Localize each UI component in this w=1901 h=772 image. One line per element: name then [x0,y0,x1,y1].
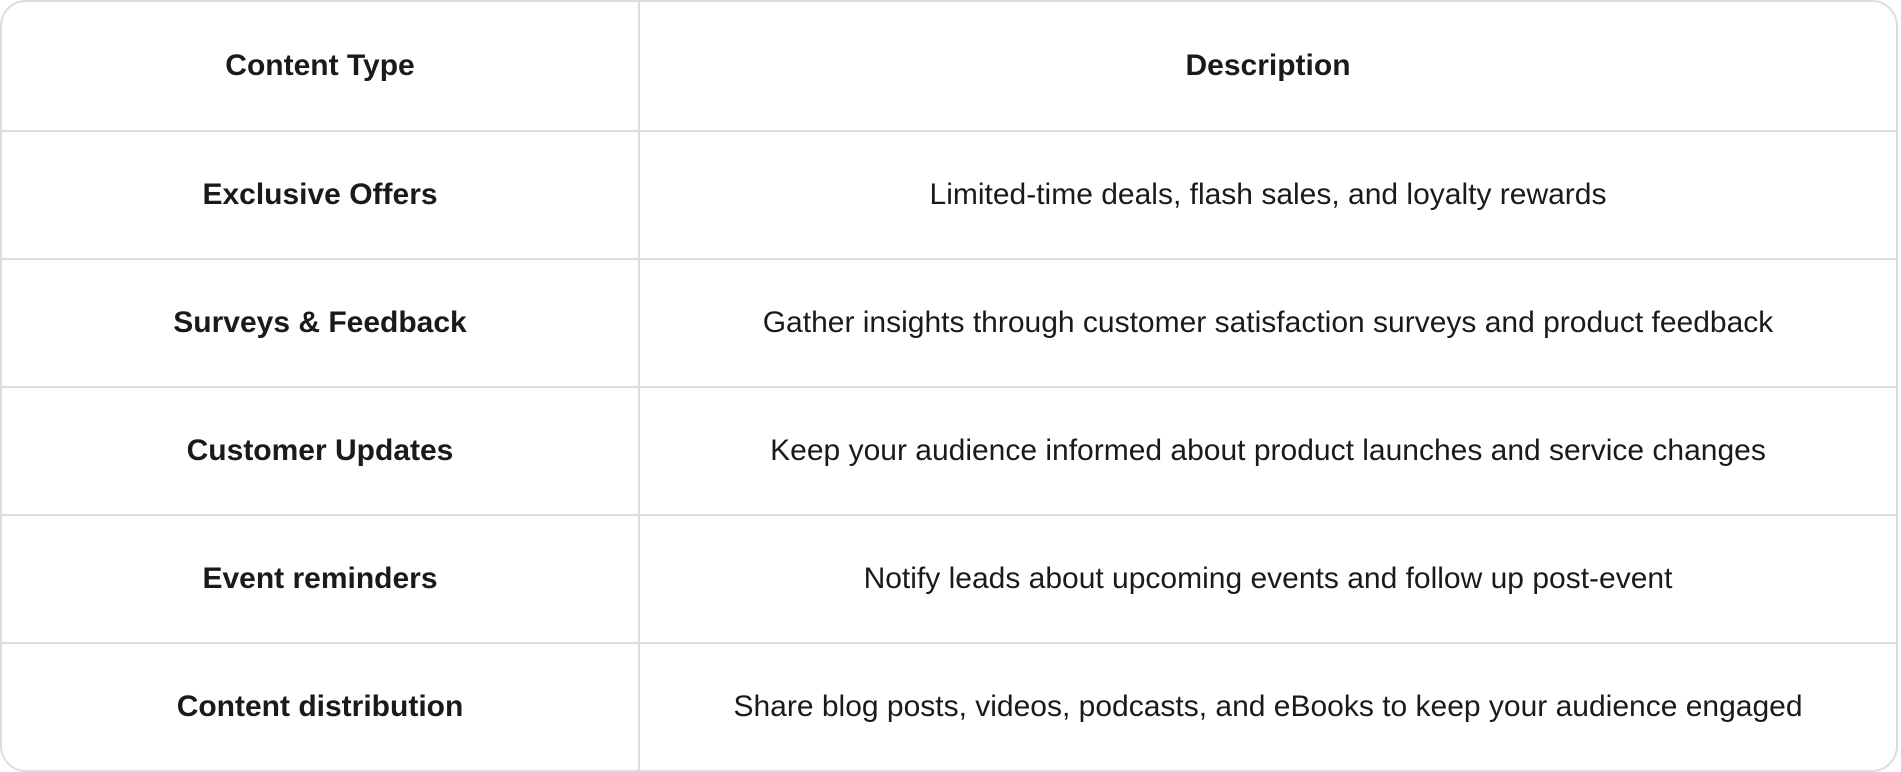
table-row: Customer Updates Keep your audience info… [2,386,1896,514]
cell-content-type: Content distribution [2,644,640,770]
cell-description: Notify leads about upcoming events and f… [640,516,1896,642]
table-row: Surveys & Feedback Gather insights throu… [2,258,1896,386]
table-row: Content distribution Share blog posts, v… [2,642,1896,770]
header-content-type: Content Type [2,2,640,130]
cell-description: Gather insights through customer satisfa… [640,260,1896,386]
cell-content-type: Exclusive Offers [2,132,640,258]
table-row: Exclusive Offers Limited-time deals, fla… [2,130,1896,258]
table-row: Event reminders Notify leads about upcom… [2,514,1896,642]
cell-description: Keep your audience informed about produc… [640,388,1896,514]
cell-content-type: Surveys & Feedback [2,260,640,386]
cell-description: Limited-time deals, flash sales, and loy… [640,132,1896,258]
cell-content-type: Event reminders [2,516,640,642]
cell-description: Share blog posts, videos, podcasts, and … [640,644,1896,770]
header-description: Description [640,2,1896,130]
content-type-table: Content Type Description Exclusive Offer… [0,0,1898,772]
table-header-row: Content Type Description [2,2,1896,130]
table: Content Type Description Exclusive Offer… [2,2,1896,770]
cell-content-type: Customer Updates [2,388,640,514]
